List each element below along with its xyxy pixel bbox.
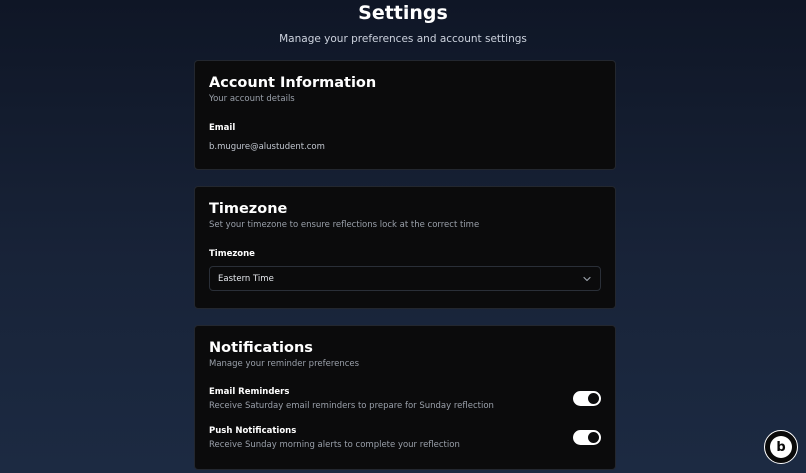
push-notifications-description: Receive Sunday morning alerts to complet…: [209, 440, 460, 450]
page-subtitle: Manage your preferences and account sett…: [279, 33, 527, 45]
toggle-knob: [588, 393, 599, 404]
email-reminders-row: Email Reminders Receive Saturday email r…: [209, 386, 601, 412]
badge-letter: b: [776, 439, 786, 455]
notifications-card-description: Manage your reminder preferences: [209, 359, 360, 369]
badge-inner: b: [770, 436, 792, 458]
page-header: Settings Manage your preferences and acc…: [0, 0, 806, 46]
account-card-title: Account Information: [209, 75, 377, 91]
timezone-selected-value: Eastern Time: [218, 273, 274, 284]
timezone-card: Timezone Set your timezone to ensure ref…: [194, 186, 616, 309]
chevron-down-icon: [582, 274, 592, 284]
page-title: Settings: [358, 2, 448, 24]
timezone-card-description: Set your timezone to ensure reflections …: [209, 220, 480, 230]
email-label: Email: [209, 123, 236, 133]
email-reminders-description: Receive Saturday email reminders to prep…: [209, 401, 494, 411]
timezone-card-title: Timezone: [209, 201, 288, 217]
push-notifications-row: Push Notifications Receive Sunday mornin…: [209, 425, 601, 451]
notifications-card-title: Notifications: [209, 340, 313, 356]
push-notifications-title: Push Notifications: [209, 426, 297, 436]
email-value: b.mugure@alustudent.com: [209, 142, 325, 152]
toggle-knob: [588, 432, 599, 443]
account-card-description: Your account details: [209, 94, 295, 104]
account-information-card: Account Information Your account details…: [194, 60, 616, 170]
email-reminders-toggle[interactable]: [573, 391, 601, 406]
push-notifications-toggle[interactable]: [573, 430, 601, 445]
notifications-card: Notifications Manage your reminder prefe…: [194, 325, 616, 470]
timezone-label: Timezone: [209, 249, 255, 259]
email-reminders-title: Email Reminders: [209, 387, 290, 397]
bolt-badge-icon[interactable]: b: [764, 430, 798, 464]
timezone-select[interactable]: Eastern Time: [209, 266, 601, 291]
